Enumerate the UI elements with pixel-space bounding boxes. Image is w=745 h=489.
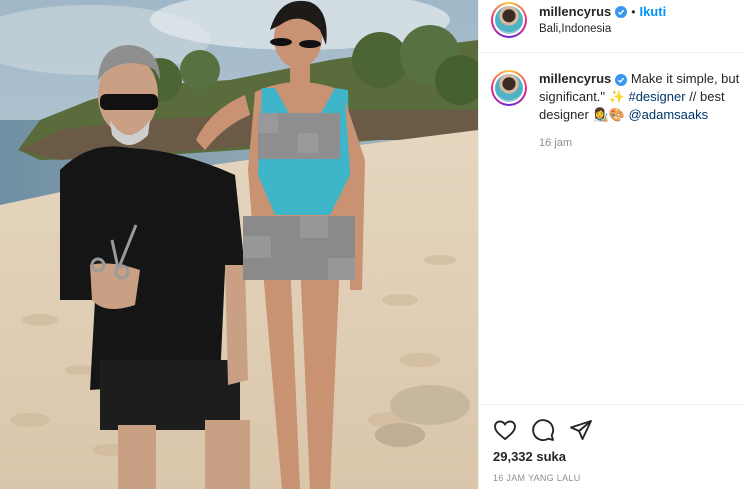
hashtag-link[interactable]: #designer bbox=[628, 89, 685, 104]
post-timestamp[interactable]: 16 JAM YANG LALU bbox=[493, 473, 581, 483]
actions-divider bbox=[479, 404, 745, 405]
share-icon[interactable] bbox=[569, 418, 593, 442]
verified-badge-icon bbox=[615, 74, 628, 86]
action-bar bbox=[493, 418, 593, 442]
caption-username[interactable]: millencyrus bbox=[539, 71, 611, 86]
profile-picture bbox=[495, 6, 523, 34]
verified-badge-icon bbox=[615, 5, 628, 18]
heart-icon[interactable] bbox=[493, 418, 517, 442]
post-photo[interactable] bbox=[0, 0, 478, 489]
caption-avatar[interactable] bbox=[491, 70, 527, 106]
follow-button[interactable]: Ikuti bbox=[639, 4, 666, 19]
location-link[interactable]: Bali,Indonesia bbox=[539, 23, 666, 35]
likes-count[interactable]: 29,332 suka bbox=[493, 449, 566, 464]
post-username[interactable]: millencyrus bbox=[539, 4, 611, 19]
separator-dot: • bbox=[631, 4, 636, 19]
post-side-panel: millencyrus • Ikuti Bali,Indonesia mille… bbox=[478, 0, 745, 489]
caption-text: millencyrus Make it simple, but signific… bbox=[539, 70, 744, 152]
post-header: millencyrus • Ikuti Bali,Indonesia bbox=[491, 2, 666, 38]
caption-time[interactable]: 16 jam bbox=[539, 134, 744, 152]
caption-comment: millencyrus Make it simple, but signific… bbox=[491, 70, 744, 152]
profile-picture bbox=[495, 74, 523, 102]
beach-photo-image bbox=[0, 0, 478, 489]
avatar[interactable] bbox=[491, 2, 527, 38]
comment-icon[interactable] bbox=[531, 418, 555, 442]
mention-link[interactable]: @adamsaaks bbox=[628, 107, 708, 122]
header-divider bbox=[479, 52, 745, 53]
